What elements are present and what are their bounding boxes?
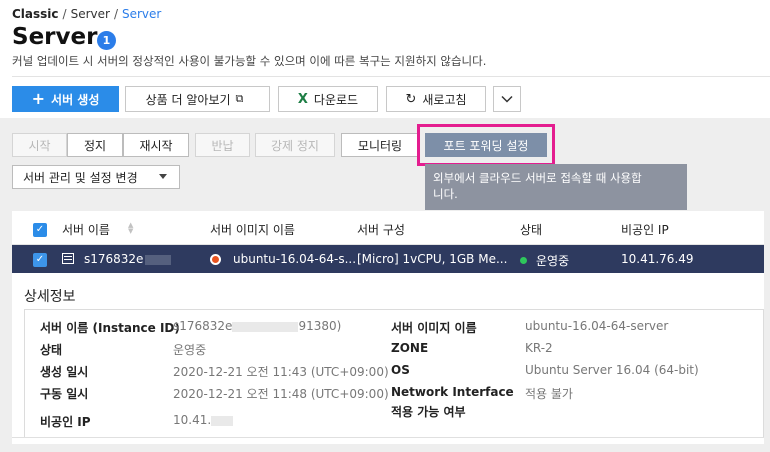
header-status[interactable]: 상태	[520, 221, 542, 238]
row-server-spec: [Micro] 1vCPU, 1GB Me...	[357, 252, 508, 266]
detail-label-applicable: 적용 가능 여부	[391, 405, 466, 419]
detail-value-created: 2020-12-21 오전 11:43 (UTC+09:00)	[173, 365, 389, 379]
row-server-image: ubuntu-16.04-64-s...	[233, 252, 357, 266]
status-dot-icon	[520, 257, 527, 264]
tooltip-line-2: 니다.	[433, 187, 458, 201]
details-title: 상세정보	[24, 289, 76, 305]
create-server-button[interactable]: + 서버 생성	[12, 86, 119, 112]
server-manage-label: 서버 관리 및 설정 변경	[23, 170, 138, 185]
detail-value-name: s176832e 91380)	[173, 319, 341, 333]
masked-text	[276, 321, 299, 332]
detail-value-zone: KR-2	[525, 341, 553, 355]
port-forwarding-highlight	[417, 124, 555, 166]
detail-label-name: 서버 이름 (Instance ID)	[40, 321, 180, 335]
header-server-name[interactable]: 서버 이름	[62, 221, 110, 238]
breadcrumb-item-current[interactable]: Server	[122, 7, 161, 21]
more-options-button[interactable]	[493, 86, 521, 112]
detail-value-private-ip-text: 10.41.	[173, 413, 212, 427]
refresh-icon: ↻	[405, 91, 417, 107]
detail-value-image: ubuntu-16.04-64-server	[525, 319, 669, 333]
detail-value-status: 운영중	[173, 343, 207, 357]
row-status: 운영중	[536, 254, 570, 268]
masked-text	[232, 321, 277, 332]
detail-label-status: 상태	[40, 343, 63, 357]
detail-value-name-end: 91380)	[298, 319, 342, 333]
row-server-name: s176832e	[84, 252, 172, 266]
detail-value-name-start: s176832e	[173, 319, 233, 333]
detail-label-zone: ZONE	[391, 341, 429, 355]
port-forwarding-tooltip: 외부에서 클라우드 서버로 접속할 때 사용합 니다.	[425, 164, 687, 210]
detail-value-os: Ubuntu Server 16.04 (64-bit)	[525, 363, 699, 377]
breadcrumb-separator: /	[113, 7, 118, 21]
row-server-name-text: s176832e	[84, 252, 144, 266]
refresh-label: 새로고침	[422, 92, 467, 107]
detail-label-created: 생성 일시	[40, 365, 89, 379]
table-header: ✓ 서버 이름 ▲ ▼ 서버 이미지 이름 서버 구성 상태 비공인 IP	[12, 211, 764, 245]
header-divider	[12, 76, 770, 77]
detail-label-network-interface: Network Interface	[391, 385, 514, 399]
download-label: 다운로드	[313, 92, 359, 107]
server-count-badge: 1	[97, 31, 116, 50]
create-server-label: 서버 생성	[51, 92, 100, 107]
breadcrumb-item-classic[interactable]: Classic	[12, 7, 59, 21]
breadcrumb: Classic / Server / Server	[12, 7, 161, 21]
external-link-icon: ⧉	[235, 92, 244, 105]
return-button[interactable]: 반납	[195, 133, 250, 157]
start-button[interactable]: 시작	[12, 133, 67, 157]
page-title: Server	[12, 24, 98, 50]
server-manage-dropdown[interactable]: 서버 관리 및 설정 변경	[12, 165, 180, 189]
detail-value-private-ip: 10.41.	[173, 413, 234, 427]
detail-value-network-interface: 적용 불가	[525, 387, 573, 401]
detail-label-private-ip: 비공인 IP	[40, 415, 91, 429]
details-panel: 서버 이름 (Instance ID) s176832e 91380) 상태 운영…	[24, 309, 764, 438]
learn-more-label: 상품 더 알아보기	[145, 92, 231, 107]
detail-value-started: 2020-12-21 오전 11:48 (UTC+09:00)	[173, 387, 389, 401]
header-private-ip[interactable]: 비공인 IP	[621, 221, 669, 238]
masked-text	[145, 254, 172, 265]
details-bottom-divider	[12, 437, 764, 438]
tooltip-line-1: 외부에서 클라우드 서버로 접속할 때 사용합	[433, 171, 642, 185]
table-row[interactable]: ✓ s176832e ubuntu-16.04-64-s... [Micro] …	[12, 245, 764, 273]
chevron-down-icon	[501, 95, 513, 103]
row-private-ip: 10.41.76.49	[621, 252, 694, 266]
masked-text	[211, 415, 234, 426]
server-table: ✓ 서버 이름 ▲ ▼ 서버 이미지 이름 서버 구성 상태 비공인 IP ✓ s…	[12, 211, 764, 444]
learn-more-button[interactable]: 상품 더 알아보기 ⧉	[125, 86, 270, 112]
header-server-spec[interactable]: 서버 구성	[357, 221, 405, 238]
stop-button[interactable]: 정지	[67, 133, 123, 157]
download-button[interactable]: X 다운로드	[278, 86, 378, 112]
detail-label-started: 구동 일시	[40, 387, 89, 401]
select-all-checkbox[interactable]: ✓	[33, 223, 47, 237]
server-icon	[62, 253, 74, 264]
breadcrumb-item-server[interactable]: Server	[71, 7, 110, 21]
sort-icon[interactable]: ▲ ▼	[128, 222, 133, 235]
refresh-button[interactable]: ↻ 새로고침	[386, 86, 486, 112]
row-checkbox[interactable]: ✓	[33, 253, 47, 267]
header-server-image[interactable]: 서버 이미지 이름	[210, 221, 295, 238]
ubuntu-icon	[210, 254, 221, 265]
restart-button[interactable]: 재시작	[123, 133, 189, 157]
breadcrumb-separator: /	[62, 7, 67, 21]
detail-label-image: 서버 이미지 이름	[391, 321, 477, 335]
force-stop-button[interactable]: 강제 정지	[255, 133, 335, 157]
detail-label-os: OS	[391, 363, 410, 377]
caret-down-icon	[159, 174, 167, 179]
excel-icon: X	[297, 91, 308, 107]
kernel-update-notice: 커널 업데이트 시 서버의 정상적인 사용이 불가능할 수 있으며 이에 따른 …	[12, 54, 487, 68]
plus-icon: +	[31, 89, 46, 108]
monitoring-button[interactable]: 모니터링	[341, 133, 419, 157]
